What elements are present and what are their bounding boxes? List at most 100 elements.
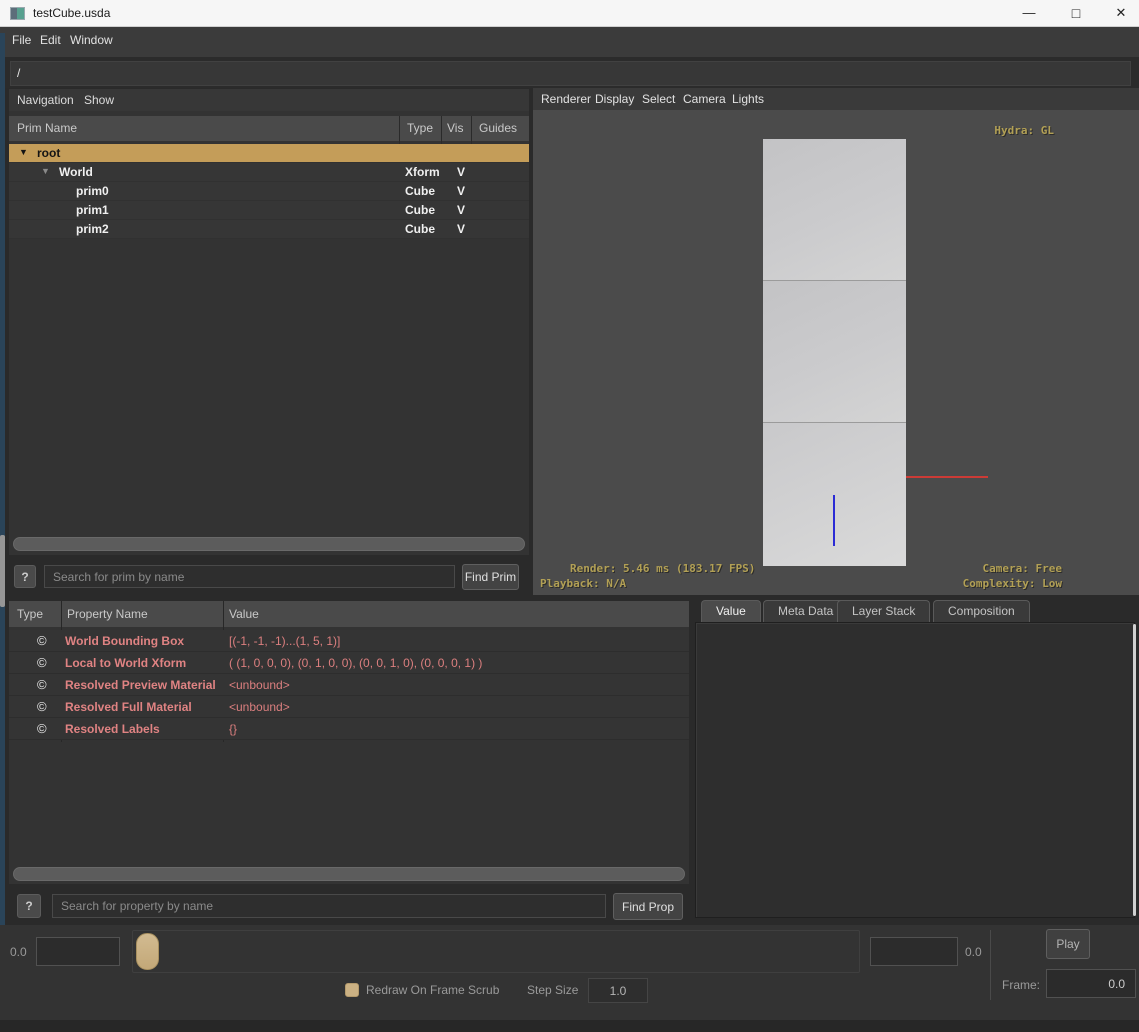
prim-type: Cube (405, 203, 435, 217)
col-value: Value (229, 607, 259, 621)
hud-camera: Camera: Free (983, 562, 1062, 575)
prim-vis[interactable]: V (457, 203, 465, 217)
prim-name: World (59, 165, 93, 179)
property-name: World Bounding Box (65, 634, 184, 648)
menu-select[interactable]: Select (642, 92, 675, 106)
tree-row-prim2[interactable]: prim2 Cube V (9, 220, 529, 239)
expand-arrow-icon[interactable]: ▼ (19, 147, 28, 157)
hud-renderer: Hydra: GL (994, 124, 1054, 137)
prim-vis[interactable]: V (457, 222, 465, 236)
tab-composition[interactable]: Composition (933, 600, 1030, 622)
property-value: [(-1, -1, -1)...(1, 5, 1)] (229, 634, 340, 648)
frame-slider[interactable] (132, 930, 860, 973)
maximize-button[interactable]: □ (1059, 0, 1093, 26)
property-value: <unbound> (229, 678, 290, 692)
property-search-input[interactable] (52, 894, 606, 918)
tree-row-root[interactable]: ▼ root (9, 144, 529, 163)
inspector-vscrollbar-thumb[interactable] (1133, 624, 1136, 916)
minimize-button[interactable]: — (1012, 0, 1046, 26)
redraw-checkbox-label: Redraw On Frame Scrub (366, 983, 499, 997)
property-value: ( (1, 0, 0, 0), (0, 1, 0, 0), (0, 0, 1, … (229, 656, 482, 670)
computed-icon: © (37, 677, 47, 692)
prim-tree-panel: Navigation Show Prim Name Type Vis Guide… (8, 88, 530, 556)
prim-type: Xform (405, 165, 440, 179)
left-scrollbar-thumb[interactable] (0, 535, 5, 607)
window-left-edge (0, 33, 5, 1018)
app-icon (10, 7, 25, 20)
property-hscrollbar-thumb[interactable] (13, 867, 685, 881)
tree-row-world[interactable]: ▼ World Xform V (9, 163, 529, 182)
timeline-divider (990, 930, 991, 1000)
inspector-panel: Value Meta Data Layer Stack Composition (695, 600, 1139, 920)
play-button[interactable]: Play (1046, 929, 1090, 959)
prim-path-field[interactable]: / (10, 61, 1131, 86)
window-title: testCube.usda (33, 6, 110, 20)
tab-meta-data[interactable]: Meta Data (763, 600, 848, 622)
timeline-bar: 0.0 0.0 Play Frame: Redraw On Frame Scru… (0, 925, 1139, 1032)
computed-icon: © (37, 655, 47, 670)
prim-help-button[interactable]: ? (14, 565, 36, 588)
viewport-canvas[interactable]: Hydra: GL Render: 5.46 ms (183.17 FPS) P… (533, 110, 1139, 595)
cube-top[interactable] (763, 139, 906, 281)
computed-icon: © (37, 721, 47, 736)
menu-window[interactable]: Window (70, 33, 113, 47)
tree-menu-row: Navigation Show (9, 89, 529, 111)
property-value: {} (229, 722, 237, 736)
property-header: Type Property Name Value (9, 601, 689, 627)
step-size-label: Step Size (527, 983, 578, 997)
property-name: Local to World Xform (65, 656, 186, 670)
property-row-resolved-full-material[interactable]: © Resolved Full Material <unbound> (9, 696, 689, 718)
tree-row-prim0[interactable]: prim0 Cube V (9, 182, 529, 201)
menu-file[interactable]: File (12, 33, 31, 47)
col-property-name: Property Name (67, 607, 148, 621)
menu-camera[interactable]: Camera (683, 92, 726, 106)
tab-layer-stack[interactable]: Layer Stack (837, 600, 930, 622)
property-row-local-to-world-xform[interactable]: © Local to World Xform ( (1, 0, 0, 0), (… (9, 652, 689, 674)
title-bar: testCube.usda — □ ✕ (0, 0, 1139, 27)
hud-playback: Playback: N/A (540, 577, 626, 590)
menu-lights[interactable]: Lights (732, 92, 764, 106)
tab-value[interactable]: Value (701, 600, 761, 622)
col-prim-name: Prim Name (17, 121, 77, 135)
range-start-input[interactable] (36, 937, 120, 966)
prim-name: root (37, 146, 60, 160)
menu-navigation[interactable]: Navigation (17, 93, 74, 107)
menu-show[interactable]: Show (84, 93, 114, 107)
cube-middle[interactable] (763, 281, 906, 423)
prim-vis[interactable]: V (457, 165, 465, 179)
find-prim-button[interactable]: Find Prim (462, 564, 519, 590)
property-row-world-bounding-box[interactable]: © World Bounding Box [(-1, -1, -1)...(1,… (9, 630, 689, 652)
x-axis-line (906, 476, 988, 478)
frame-input[interactable] (1046, 969, 1136, 998)
find-prop-button[interactable]: Find Prop (613, 893, 683, 920)
redraw-checkbox[interactable] (345, 983, 359, 997)
expand-arrow-icon[interactable]: ▼ (41, 166, 50, 176)
prim-search-input[interactable] (44, 565, 455, 588)
tree-header: Prim Name Type Vis Guides (9, 116, 529, 141)
prim-name: prim0 (76, 184, 109, 198)
frame-label: Frame: (1002, 978, 1040, 992)
prim-name: prim1 (76, 203, 109, 217)
property-name: Resolved Full Material (65, 700, 192, 714)
property-row-resolved-labels[interactable]: © Resolved Labels {} (9, 718, 689, 740)
menu-display[interactable]: Display (595, 92, 634, 106)
menu-edit[interactable]: Edit (40, 33, 61, 47)
hud-complexity: Complexity: Low (963, 577, 1062, 590)
step-size-input[interactable] (588, 978, 648, 1003)
tree-hscrollbar-thumb[interactable] (13, 537, 525, 551)
inspector-content (695, 622, 1135, 918)
close-button[interactable]: ✕ (1104, 0, 1138, 26)
col-guides: Guides (479, 121, 517, 135)
computed-icon: © (37, 699, 47, 714)
menu-bar: File Edit Window (0, 27, 1139, 57)
property-name: Resolved Labels (65, 722, 160, 736)
property-name: Resolved Preview Material (65, 678, 216, 692)
range-end-input[interactable] (870, 937, 958, 966)
tree-row-prim1[interactable]: prim1 Cube V (9, 201, 529, 220)
prim-vis[interactable]: V (457, 184, 465, 198)
property-row-resolved-preview-material[interactable]: © Resolved Preview Material <unbound> (9, 674, 689, 696)
property-help-button[interactable]: ? (17, 894, 41, 918)
property-value: <unbound> (229, 700, 290, 714)
menu-renderer[interactable]: Renderer (541, 92, 591, 106)
frame-slider-handle[interactable] (136, 933, 159, 970)
